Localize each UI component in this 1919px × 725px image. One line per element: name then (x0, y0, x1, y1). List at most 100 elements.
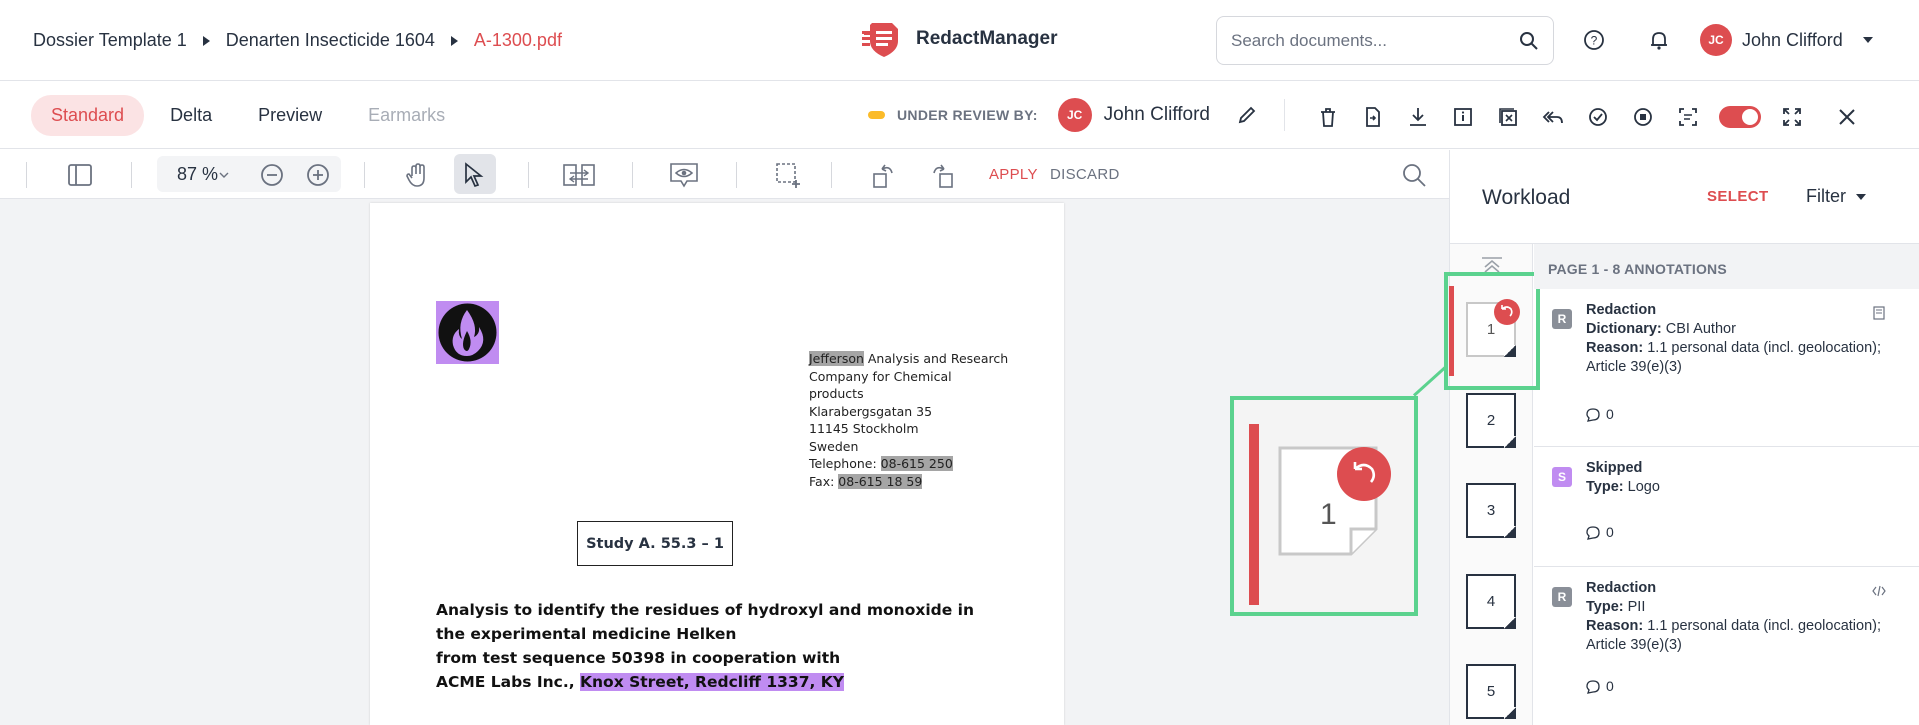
comment-icon (1586, 679, 1600, 694)
page-thumbnails: 1 2 3 4 5 (1444, 244, 1540, 725)
chevron-down-icon (1856, 193, 1866, 200)
redacted-text[interactable]: 08-615 250 (880, 456, 953, 471)
page-thumbnail-5[interactable]: 5 (1466, 664, 1516, 719)
address-line: Company for Chemical (809, 368, 952, 384)
pan-hand-icon[interactable] (403, 160, 431, 190)
undo-badge-icon[interactable] (1493, 298, 1521, 326)
zoom-in-icon[interactable] (305, 160, 331, 190)
select-cursor-icon[interactable] (460, 160, 490, 190)
comment-count: 0 (1606, 524, 1614, 540)
workload-title: Workload (1482, 186, 1571, 209)
rotate-left-icon[interactable] (870, 160, 898, 190)
user-menu[interactable]: JC John Clifford (1700, 24, 1873, 56)
ocr-scan-icon[interactable] (1674, 103, 1702, 131)
delete-icon[interactable] (1314, 103, 1342, 131)
annotation-body: Redaction Type: PII Reason: 1.1 personal… (1586, 579, 1886, 655)
redacted-logo-image[interactable] (436, 301, 499, 364)
exclude-pages-icon[interactable] (1494, 103, 1522, 131)
file-import-icon[interactable] (1359, 103, 1387, 131)
chevron-down-icon (219, 172, 229, 178)
page-thumbnail-4[interactable]: 4 (1466, 574, 1516, 629)
undo-badge-icon (1337, 447, 1391, 501)
annotation-body: Skipped Type: Logo (1586, 459, 1886, 497)
help-icon[interactable]: ? (1583, 29, 1605, 51)
page-thumbnail-3[interactable]: 3 (1466, 483, 1516, 538)
rotate-right-icon[interactable] (928, 160, 956, 190)
status-indicator (868, 111, 885, 119)
comments-count[interactable]: 0 (1586, 523, 1614, 542)
comments-count[interactable]: 0 (1586, 677, 1614, 696)
redacted-text[interactable]: 08-615 18 59 (838, 473, 923, 489)
pdf-page[interactable]: Jefferson Analysis and Research Company … (370, 203, 1064, 725)
review-status: UNDER REVIEW BY: JC John Clifford (868, 98, 1258, 132)
tab-earmarks: Earmarks (368, 105, 446, 125)
flame-logo-icon (438, 303, 497, 362)
divider (528, 162, 529, 188)
info-icon[interactable] (1449, 103, 1477, 131)
callout-connector (1412, 366, 1447, 397)
tab-preview[interactable]: Preview (238, 95, 342, 136)
breadcrumb-separator-icon (450, 35, 458, 46)
redacted-text[interactable]: Jefferson (809, 351, 864, 366)
reviewer-name: John Clifford (1103, 104, 1210, 125)
address-line: Sweden (809, 438, 859, 454)
reply-all-icon[interactable] (1539, 103, 1567, 131)
search-icon[interactable] (1519, 31, 1539, 51)
approve-check-icon[interactable] (1584, 103, 1612, 131)
document-viewer[interactable]: Jefferson Analysis and Research Company … (0, 199, 1449, 725)
edit-pencil-icon[interactable] (1236, 104, 1258, 126)
filter-dropdown[interactable]: Filter (1806, 186, 1866, 207)
annotation-detail: Reason: 1.1 personal data (incl. geoloca… (1586, 340, 1882, 375)
annotation-detail: Dictionary: CBI Author (1586, 321, 1736, 337)
apply-button[interactable]: APPLY (989, 166, 1038, 183)
address-line: 11145 Stockholm (809, 421, 919, 436)
comment-count: 0 (1606, 678, 1614, 694)
compare-icon[interactable] (562, 160, 596, 190)
search-icon[interactable] (1400, 160, 1428, 190)
redactmanager-logo-icon (862, 23, 898, 57)
comments-count[interactable]: 0 (1586, 405, 1614, 424)
page-number: 5 (1486, 683, 1496, 700)
tab-delta[interactable]: Delta (150, 95, 232, 136)
discard-button[interactable]: DISCARD (1050, 166, 1120, 183)
area-select-icon[interactable] (774, 160, 802, 190)
page-annotation-marker (1249, 424, 1259, 605)
preview-eye-icon[interactable] (668, 160, 700, 190)
tab-standard[interactable]: Standard (31, 95, 145, 136)
stop-icon[interactable] (1629, 103, 1657, 131)
skipped-annotation-text[interactable]: Knox Street, Redcliff 1337, KY (580, 673, 844, 691)
code-icon[interactable] (1872, 584, 1886, 598)
zoom-out-icon[interactable] (259, 160, 285, 190)
dictionary-icon[interactable] (1872, 306, 1886, 320)
address-line: Telephone: 08-615 250 (809, 455, 1009, 473)
breadcrumb: Dossier Template 1 Denarten Insecticide … (33, 30, 562, 51)
search-box[interactable]: Search documents... (1216, 16, 1554, 65)
notifications-bell-icon[interactable] (1648, 29, 1670, 51)
workload-header: Workload SELECT Filter (1450, 150, 1919, 244)
view-bar: Standard Delta Preview Earmarks UNDER RE… (0, 81, 1919, 149)
close-icon[interactable] (1833, 103, 1861, 131)
review-label: UNDER REVIEW BY: (897, 107, 1038, 123)
annotation-item[interactable]: R Redaction Dictionary: CBI Author Reaso… (1534, 289, 1919, 447)
divider (736, 162, 737, 188)
search-input[interactable]: Search documents... (1231, 31, 1387, 51)
pdf-toolbar: 87 % APPLY DISCARD (0, 150, 1449, 199)
fullscreen-icon[interactable] (1778, 103, 1806, 131)
address-block: Jefferson Analysis and Research Company … (809, 350, 1009, 490)
brand-logo[interactable]: RedactManager (862, 19, 1058, 59)
redaction-badge: R (1552, 309, 1572, 329)
page-thumbnail-2[interactable]: 2 (1466, 393, 1516, 448)
select-button[interactable]: SELECT (1707, 188, 1769, 205)
thumbnail-zoom-callout: 1 (1230, 396, 1418, 616)
breadcrumb-dossier[interactable]: Denarten Insecticide 1604 (226, 30, 435, 51)
paragraph-text: ACME Labs Inc., (436, 673, 580, 691)
toggle-sidebar-icon[interactable] (67, 160, 93, 190)
download-icon[interactable] (1404, 103, 1432, 131)
zoom-level-select[interactable]: 87 % (177, 164, 218, 185)
redaction-toggle[interactable] (1719, 106, 1761, 128)
address-line: Fax: 08-615 18 59 (809, 473, 1009, 491)
study-description: Analysis to identify the residues of hyd… (436, 598, 996, 694)
breadcrumb-dossier-template[interactable]: Dossier Template 1 (33, 30, 187, 51)
annotation-item[interactable]: S Skipped Type: Logo 0 (1534, 447, 1919, 567)
annotation-item[interactable]: R Redaction Type: PII Reason: 1.1 person… (1534, 567, 1919, 725)
